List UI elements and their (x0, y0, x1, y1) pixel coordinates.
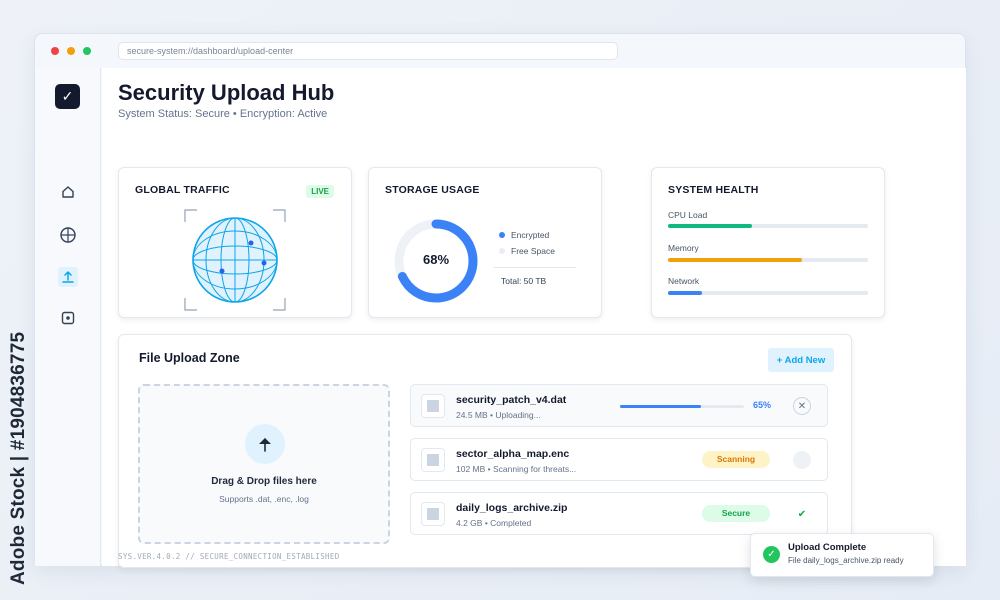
scanning-spinner-icon (793, 451, 811, 469)
title-bar: secure-system://dashboard/upload-center (35, 34, 965, 67)
upload-icon (62, 271, 74, 283)
network-fill (668, 291, 702, 295)
memory-bar (668, 258, 868, 262)
file-icon (421, 502, 445, 526)
file-meta: 24.5 MB • Uploading... (456, 410, 541, 420)
legend-dot (499, 248, 505, 254)
status-badge: Secure (702, 505, 770, 522)
file-icon (421, 448, 445, 472)
card-title: SYSTEM HEALTH (668, 184, 759, 196)
cpu-load-label: CPU Load (668, 210, 708, 220)
divider (494, 267, 576, 268)
app-logo[interactable]: ✓ (55, 84, 80, 109)
legend-label: Encrypted (511, 230, 550, 240)
sidebar-item-upload[interactable] (58, 267, 78, 287)
upload-circle (245, 424, 285, 464)
system-status-subtitle: System Status: Secure • Encryption: Acti… (118, 108, 328, 120)
file-meta: 4.2 GB • Completed (456, 518, 532, 528)
globe-visual-icon (184, 209, 286, 311)
live-badge: LIVE (306, 185, 334, 198)
network-bar (668, 291, 868, 295)
legend-free-space: Free Space (499, 246, 555, 256)
file-name: sector_alpha_map.enc (456, 448, 570, 460)
upload-progress-bar (620, 405, 744, 408)
file-upload-card: File Upload Zone + Add New Drag & Drop f… (118, 334, 852, 568)
file-name: daily_logs_archive.zip (456, 502, 568, 514)
storage-usage-card: STORAGE USAGE 68% Encrypted Free Space T… (368, 167, 602, 318)
file-row-daily-logs[interactable]: daily_logs_archive.zip 4.2 GB • Complete… (410, 492, 828, 535)
toast-message: File daily_logs_archive.zip ready (788, 556, 904, 565)
file-meta: 102 MB • Scanning for threats... (456, 464, 577, 474)
file-row-security-patch[interactable]: security_patch_v4.dat 24.5 MB • Uploadin… (410, 384, 828, 427)
card-title: STORAGE USAGE (385, 184, 480, 196)
memory-fill (668, 258, 802, 262)
upload-arrow-icon (259, 438, 271, 452)
settings-icon (61, 311, 75, 325)
dropzone-subtitle: Supports .dat, .enc, .log (219, 494, 309, 504)
maximize-window-dot[interactable] (83, 47, 91, 55)
cancel-upload-button[interactable]: ✕ (793, 397, 811, 415)
upload-complete-toast[interactable]: ✓ Upload Complete File daily_logs_archiv… (750, 533, 934, 577)
sidebar: ✓ (35, 68, 101, 566)
toast-title: Upload Complete (788, 542, 867, 553)
legend-encrypted: Encrypted (499, 230, 549, 240)
add-new-button[interactable]: + Add New (768, 348, 834, 372)
close-window-dot[interactable] (51, 47, 59, 55)
home-icon (62, 186, 74, 198)
storage-total: Total: 50 TB (501, 276, 547, 286)
main-content: Security Upload Hub System Status: Secur… (102, 68, 966, 568)
close-icon: ✕ (797, 400, 807, 412)
globe-icon (60, 227, 76, 243)
upload-progress-percent: 65% (753, 400, 772, 410)
network-label: Network (668, 276, 700, 286)
system-health-card: SYSTEM HEALTH CPU Load Memory Network (651, 167, 885, 318)
sidebar-item-globe[interactable] (58, 225, 78, 245)
global-traffic-card: GLOBAL TRAFFIC LIVE (118, 167, 352, 318)
address-bar[interactable]: secure-system://dashboard/upload-center (118, 42, 618, 60)
storage-percent: 68% (422, 252, 450, 267)
check-circle-icon: ✓ (763, 546, 780, 563)
upload-progress-fill (620, 405, 701, 408)
legend-dot (499, 232, 505, 238)
file-icon (421, 394, 445, 418)
check-icon: ✔ (797, 508, 807, 520)
cpu-load-fill (668, 224, 752, 228)
cpu-load-bar (668, 224, 868, 228)
sidebar-item-settings[interactable] (58, 308, 78, 328)
stock-id-label: Adobe Stock | #1904836775 (8, 331, 29, 585)
system-version-footer: SYS.VER.4.0.2 // SECURE_CONNECTION_ESTAB… (118, 552, 340, 561)
page-title: Security Upload Hub (118, 80, 335, 105)
dropzone-title: Drag & Drop files here (211, 476, 317, 487)
memory-label: Memory (668, 243, 699, 253)
file-name: security_patch_v4.dat (456, 394, 567, 406)
minimize-window-dot[interactable] (67, 47, 75, 55)
upload-zone-title: File Upload Zone (139, 351, 240, 365)
sidebar-item-home[interactable] (58, 182, 78, 202)
drop-zone[interactable]: Drag & Drop files here Supports .dat, .e… (138, 384, 390, 544)
file-row-sector-alpha[interactable]: sector_alpha_map.enc 102 MB • Scanning f… (410, 438, 828, 481)
status-badge: Scanning (702, 451, 770, 468)
browser-window: secure-system://dashboard/upload-center … (34, 33, 966, 568)
card-title: GLOBAL TRAFFIC (135, 184, 230, 196)
legend-label: Free Space (511, 246, 555, 256)
